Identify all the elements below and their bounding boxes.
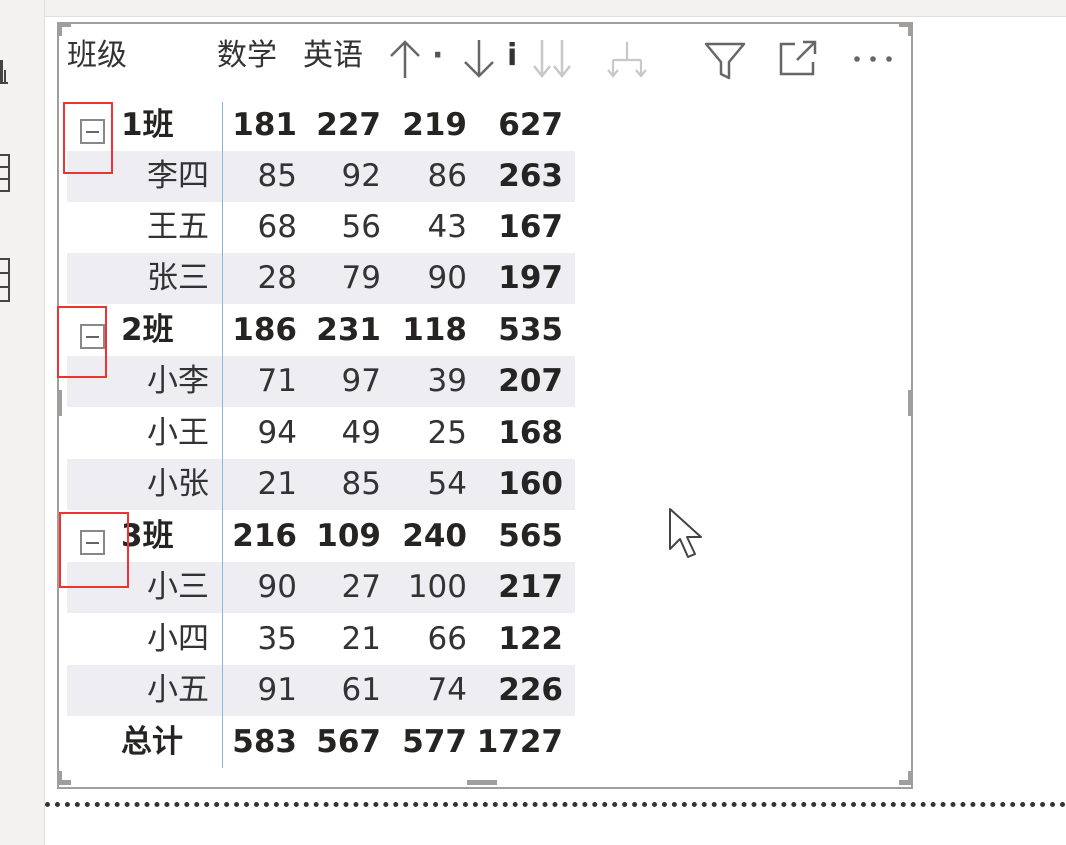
- table-row: 李四 85 92 86 263: [67, 151, 575, 202]
- cell-total: 565: [498, 518, 563, 554]
- cell-english: 61: [341, 672, 381, 708]
- column-header-partial-3: ·: [432, 38, 444, 73]
- filter-icon[interactable]: [703, 36, 747, 82]
- row-label: 小王: [147, 415, 209, 451]
- cell-english: 231: [316, 312, 381, 348]
- cell-english: 56: [341, 209, 381, 245]
- cell-english: 21: [341, 621, 381, 657]
- report-canvas[interactable]: 班级 数学 英语 · ⅰ 1班 181 227 219 627 李四 85 92…: [45, 17, 1066, 845]
- cell-english: 85: [341, 466, 381, 502]
- table-row: 王五 68 56 43 167: [67, 202, 575, 253]
- cell-col3: 90: [427, 260, 467, 296]
- table-row: 小三 90 27 100 217: [67, 562, 575, 613]
- cell-english: 27: [341, 569, 381, 605]
- cell-col3: 74: [427, 672, 467, 708]
- cell-total: 167: [498, 209, 563, 245]
- group-row-class-2: 2班 186 231 118 535: [67, 305, 575, 356]
- cell-col3: 118: [402, 312, 467, 348]
- more-options-icon[interactable]: [851, 36, 895, 82]
- sort-descending-icon[interactable]: [461, 36, 497, 82]
- resize-handle-top-right[interactable]: [908, 22, 913, 36]
- cell-total: 535: [498, 312, 563, 348]
- cell-total: 168: [498, 415, 563, 451]
- cell-total: 160: [498, 466, 563, 502]
- matrix-visual[interactable]: 班级 数学 英语 · ⅰ 1班 181 227 219 627 李四 85 92…: [57, 22, 913, 789]
- cell-col3: 39: [427, 363, 467, 399]
- table-row: 小四 35 21 66 122: [67, 614, 575, 665]
- cell-col3: 25: [427, 415, 467, 451]
- column-header-partial-4: ⅰ: [507, 38, 518, 73]
- cell-col3: 100: [407, 569, 467, 605]
- data-view-icon[interactable]: [0, 150, 18, 200]
- group-row-class-1: 1班 181 227 219 627: [67, 100, 575, 151]
- row-label: 张三: [147, 260, 209, 296]
- row-label: 小三: [147, 569, 209, 605]
- total-label: 总计: [121, 724, 183, 760]
- highlight-box: [63, 102, 113, 174]
- cell-total: 207: [498, 363, 563, 399]
- row-label: 小五: [147, 672, 209, 708]
- cell-total: 1727: [476, 724, 563, 760]
- sort-ascending-icon[interactable]: [387, 36, 423, 82]
- row-label: 小四: [147, 621, 209, 657]
- row-header-divider: [222, 102, 223, 768]
- resize-handle-bottom[interactable]: [467, 780, 497, 785]
- cell-english: 49: [341, 415, 381, 451]
- cell-english: 567: [316, 724, 381, 760]
- resize-handle-top-left[interactable]: [57, 22, 62, 36]
- resize-handle-bottom-right[interactable]: [908, 771, 913, 785]
- cell-col3: 54: [427, 466, 467, 502]
- cell-col3: 219: [402, 107, 467, 143]
- grand-total-row: 总计 583 567 577 1727: [67, 717, 575, 768]
- column-header-class[interactable]: 班级: [67, 38, 127, 74]
- column-header-english[interactable]: 英语: [303, 38, 363, 74]
- cell-total: 217: [498, 569, 563, 605]
- report-view-icon[interactable]: [0, 52, 18, 92]
- table-row: 小李 71 97 39 207: [67, 356, 575, 407]
- table-row: 小王 94 49 25 168: [67, 408, 575, 459]
- table-row: 张三 28 79 90 197: [67, 253, 575, 304]
- cell-total: 122: [498, 621, 563, 657]
- column-header-math[interactable]: 数学: [217, 38, 277, 74]
- left-view-bar: [0, 0, 45, 845]
- group-row-class-3: 3班 216 109 240 565: [67, 511, 575, 562]
- row-label: 小张: [147, 466, 209, 502]
- drill-through-icon[interactable]: [607, 36, 647, 82]
- resize-handle-left[interactable]: [57, 390, 62, 416]
- top-ribbon-edge: [45, 0, 1066, 17]
- cell-total: 263: [498, 158, 563, 194]
- resize-handle-right[interactable]: [908, 390, 913, 416]
- focus-mode-icon[interactable]: [777, 36, 821, 82]
- cell-total: 627: [498, 107, 563, 143]
- cell-total: 226: [498, 672, 563, 708]
- highlight-box: [57, 306, 107, 378]
- row-label: 李四: [147, 158, 209, 194]
- cell-col3: 66: [427, 621, 467, 657]
- group-label: 1班: [121, 107, 174, 143]
- cell-col3: 43: [427, 209, 467, 245]
- cell-english: 109: [316, 518, 381, 554]
- cell-english: 227: [316, 107, 381, 143]
- cell-col3: 240: [402, 518, 467, 554]
- table-row: 小五 91 61 74 226: [67, 665, 575, 716]
- resize-handle-bottom-left[interactable]: [57, 771, 62, 785]
- page-boundary-dotted-line: [45, 802, 1066, 807]
- cell-col3: 577: [402, 724, 467, 760]
- row-label: 王五: [147, 209, 209, 245]
- row-label: 小李: [147, 363, 209, 399]
- model-view-icon[interactable]: [0, 252, 18, 308]
- cell-col3: 86: [427, 158, 467, 194]
- cell-english: 79: [341, 260, 381, 296]
- highlight-box: [59, 512, 129, 588]
- cell-english: 97: [341, 363, 381, 399]
- table-row: 小张 21 85 54 160: [67, 459, 575, 510]
- cell-total: 197: [498, 260, 563, 296]
- expand-all-icon[interactable]: [531, 36, 575, 82]
- mouse-cursor-icon: [669, 508, 702, 558]
- group-label: 2班: [121, 312, 174, 348]
- cell-english: 92: [341, 158, 381, 194]
